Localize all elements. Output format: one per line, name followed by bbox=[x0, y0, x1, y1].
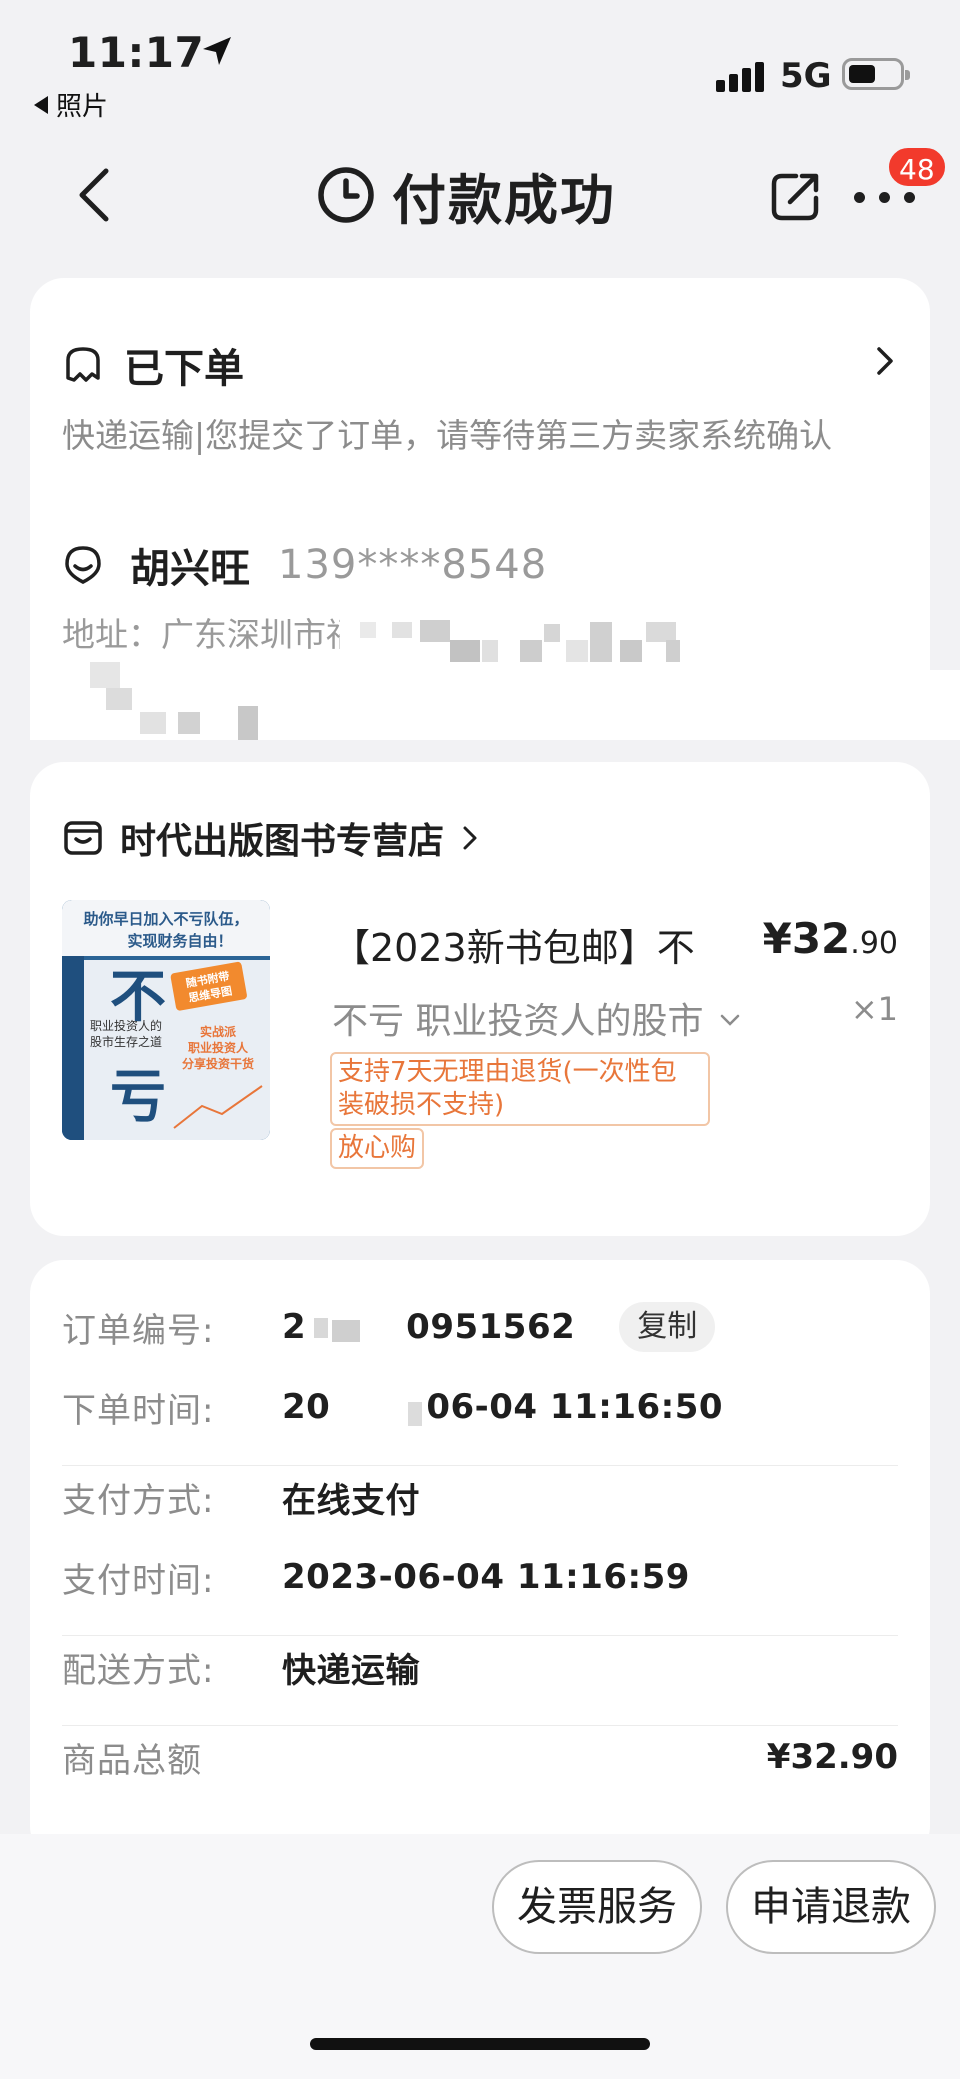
order-number-value: 2 0951562 bbox=[282, 1307, 576, 1347]
back-to-app-link[interactable]: 照片 bbox=[34, 86, 108, 123]
price-currency: ¥ bbox=[762, 914, 792, 963]
delivery-method-row: 配送方式: 快递运输 bbox=[62, 1632, 898, 1702]
book-cover-illustration: 助你早日加入不亏队伍， 实现财务自由！ 不 亏 职业投资人的 股市生存之道 随书… bbox=[62, 900, 270, 1140]
assurance-tag: 放心购 bbox=[330, 1128, 425, 1169]
chevron-right-icon bbox=[463, 826, 477, 850]
product-spec-text: 不亏 职业投资人的股市 bbox=[332, 1001, 704, 1042]
cover-banner-line2: 实现财务自由！ bbox=[127, 932, 232, 950]
cover-subtitle-line1: 职业投资人的 bbox=[90, 1018, 162, 1033]
product-spec-selector[interactable]: 不亏 职业投资人的股市 bbox=[332, 992, 741, 1044]
smiley-icon bbox=[65, 546, 101, 584]
back-triangle-icon bbox=[34, 96, 48, 114]
product-card: 时代出版图书专营店 助你早日加入不亏队伍， 实现财务自由！ 不 亏 职业投资人的… bbox=[30, 762, 930, 1236]
product-title[interactable]: 【2023新书包邮】不 bbox=[332, 917, 695, 972]
price-integer: 32 bbox=[791, 914, 851, 963]
request-refund-button[interactable]: 申请退款 bbox=[726, 1860, 936, 1954]
delivery-method-value: 快递运输 bbox=[282, 1650, 420, 1691]
chevron-right-icon bbox=[877, 347, 893, 375]
order-info-card: 订单编号: 2 0951562 复制 下单时间: 20 06-04 11:16:50… bbox=[30, 1260, 930, 1860]
payment-method-row: 支付方式: 在线支付 bbox=[62, 1462, 898, 1532]
order-status-card[interactable]: 已下单 快递运输|您提交了订单，请等待第三方卖家系统确认 胡兴旺 139****… bbox=[30, 278, 960, 740]
cover-big-char-2: 亏 bbox=[110, 1064, 166, 1130]
order-time-label: 下单时间: bbox=[62, 1390, 215, 1431]
recipient-phone: 139****8548 bbox=[278, 542, 548, 588]
recipient-row: 胡兴旺 139****8548 bbox=[62, 536, 547, 594]
message-count-badge: 48 bbox=[886, 145, 948, 189]
return-policy-tag: 支持7天无理由退货(一次性包装破损不支持) bbox=[330, 1052, 710, 1126]
order-description: 快递运输|您提交了订单，请等待第三方卖家系统确认 bbox=[62, 416, 833, 455]
status-time: 11:17 bbox=[68, 28, 205, 77]
invoice-service-button[interactable]: 发票服务 bbox=[492, 1860, 702, 1954]
clock-icon bbox=[318, 167, 374, 223]
share-icon[interactable] bbox=[768, 168, 824, 224]
order-status-row: 已下单 bbox=[62, 336, 244, 394]
cover-banner-line1: 助你早日加入不亏队伍， bbox=[83, 910, 248, 928]
network-type: 5G bbox=[780, 56, 832, 96]
address-redaction bbox=[30, 662, 960, 740]
bell-icon bbox=[66, 347, 100, 382]
total-value: ¥32.90 bbox=[766, 1737, 898, 1777]
back-app-label: 照片 bbox=[56, 92, 109, 122]
recipient-name: 胡兴旺 bbox=[130, 546, 250, 592]
home-indicator[interactable] bbox=[310, 2038, 650, 2050]
payment-time-value: 2023-06-04 11:16:59 bbox=[282, 1557, 690, 1597]
page-title-text: 付款成功 bbox=[392, 168, 616, 232]
total-label: 商品总额 bbox=[62, 1740, 202, 1781]
signal-icon bbox=[716, 62, 768, 92]
bottom-action-bar: 发票服务 申请退款 bbox=[0, 1834, 960, 2079]
battery-icon bbox=[842, 58, 910, 90]
order-time-value: 20 06-04 11:16:50 bbox=[282, 1387, 724, 1427]
total-row: 商品总额 ¥32.90 bbox=[62, 1722, 898, 1792]
nav-bar: 付款成功 bbox=[0, 140, 960, 255]
order-number-row: 订单编号: 2 0951562 复制 bbox=[62, 1292, 898, 1362]
product-price: ¥32.90 bbox=[763, 914, 898, 963]
store-link[interactable]: 时代出版图书专营店 bbox=[62, 812, 478, 864]
product-quantity: ×1 bbox=[850, 990, 898, 1028]
order-status-label: 已下单 bbox=[124, 346, 244, 392]
location-arrow-icon bbox=[203, 37, 231, 65]
page-title: 付款成功 bbox=[316, 160, 616, 232]
payment-time-row: 支付时间: 2023-06-04 11:16:59 bbox=[62, 1542, 898, 1612]
order-number-label: 订单编号: bbox=[62, 1310, 215, 1351]
copy-order-number-button[interactable]: 复制 bbox=[619, 1302, 716, 1352]
cover-slogan-line1: 实战派 bbox=[200, 1024, 237, 1039]
chevron-down-icon bbox=[720, 1014, 740, 1026]
back-chevron-icon[interactable] bbox=[70, 165, 120, 225]
more-icon[interactable] bbox=[852, 188, 918, 208]
status-bar: 11:17 照片 5G bbox=[0, 0, 960, 130]
payment-method-value: 在线支付 bbox=[282, 1480, 420, 1521]
cover-slogan-line3: 分享投资干货 bbox=[182, 1056, 254, 1071]
shop-icon bbox=[64, 821, 102, 855]
delivery-method-label: 配送方式: bbox=[62, 1650, 215, 1691]
cover-subtitle-line2: 股市生存之道 bbox=[90, 1034, 162, 1049]
payment-time-label: 支付时间: bbox=[62, 1560, 215, 1601]
order-time-row: 下单时间: 20 06-04 11:16:50 bbox=[62, 1372, 898, 1442]
product-image[interactable]: 助你早日加入不亏队伍， 实现财务自由！ 不 亏 职业投资人的 股市生存之道 随书… bbox=[62, 900, 270, 1140]
cover-slogan-line2: 职业投资人 bbox=[188, 1040, 249, 1055]
payment-method-label: 支付方式: bbox=[62, 1480, 215, 1521]
price-decimal: .90 bbox=[850, 926, 898, 961]
store-name: 时代出版图书专营店 bbox=[120, 821, 445, 862]
